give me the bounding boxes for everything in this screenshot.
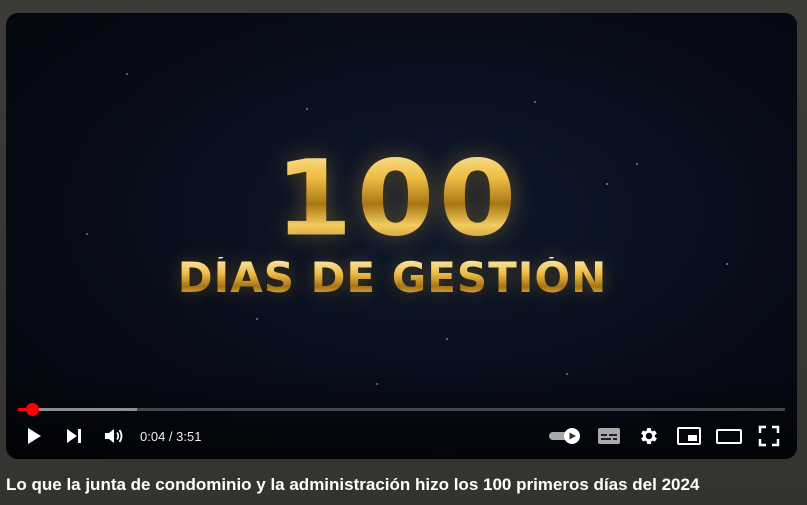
progress-bar[interactable]: [18, 403, 785, 416]
overlay-subtitle: DÍAS DE GESTIÓN: [6, 257, 797, 299]
sparkle: [534, 101, 536, 103]
sparkle: [126, 73, 128, 75]
video-player[interactable]: 100 DÍAS DE GESTIÓN 0:04 / 3:51: [6, 13, 797, 459]
subtitles-button[interactable]: [589, 418, 629, 454]
settings-button[interactable]: [629, 418, 669, 454]
time-display: 0:04 / 3:51: [140, 428, 202, 444]
miniplayer-button[interactable]: [669, 418, 709, 454]
autoplay-toggle-icon: [549, 428, 580, 444]
subtitles-icon: [598, 428, 620, 444]
theater-mode-icon: [716, 429, 742, 444]
video-title: Lo que la junta de condominio y la admin…: [6, 475, 700, 494]
gear-icon: [641, 428, 657, 444]
next-icon: [67, 429, 81, 443]
fullscreen-button[interactable]: [749, 418, 789, 454]
title-card: 100 DÍAS DE GESTIÓN: [6, 143, 797, 299]
next-button[interactable]: [54, 418, 94, 454]
sparkle: [256, 318, 258, 320]
theater-mode-button[interactable]: [709, 418, 749, 454]
volume-button[interactable]: [94, 418, 134, 454]
volume-icon: [105, 429, 123, 443]
sparkle: [306, 108, 308, 110]
play-button[interactable]: [14, 418, 54, 454]
page: 100 DÍAS DE GESTIÓN 0:04 / 3:51 Lo que l…: [0, 0, 807, 505]
sparkle: [446, 338, 448, 340]
scrubber-handle[interactable]: [25, 403, 39, 416]
overlay-number: 100: [6, 147, 797, 251]
control-bar: 0:04 / 3:51: [6, 418, 797, 454]
miniplayer-icon: [677, 427, 701, 445]
fullscreen-icon: [758, 425, 780, 447]
play-icon: [28, 428, 41, 444]
autoplay-toggle[interactable]: [541, 418, 589, 454]
